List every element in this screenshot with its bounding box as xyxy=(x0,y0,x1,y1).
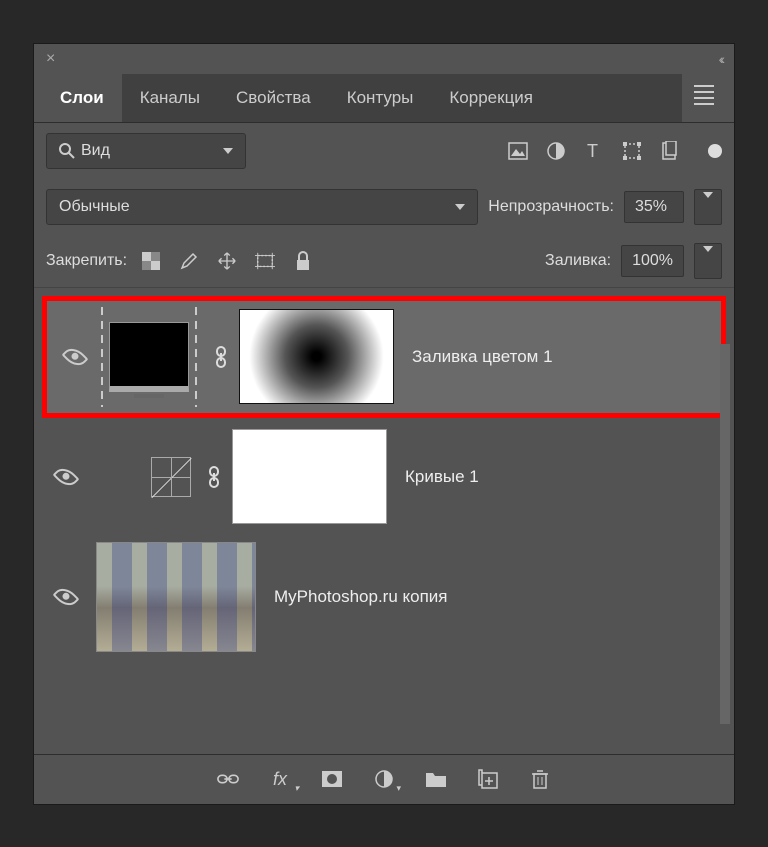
layers-bottom-toolbar: fx▾ ▾ xyxy=(34,754,734,804)
filter-text-icon[interactable]: T xyxy=(584,141,604,161)
layer-row-curves[interactable]: Кривые 1 xyxy=(38,422,730,532)
lock-artboard-icon[interactable] xyxy=(255,251,275,271)
collapse-icon[interactable]: ‹‹ xyxy=(719,51,722,67)
tab-properties[interactable]: Свойства xyxy=(218,74,329,122)
lock-transparency-icon[interactable] xyxy=(141,251,161,271)
indent-separator xyxy=(195,307,197,407)
layer-name-label[interactable]: Заливка цветом 1 xyxy=(412,347,553,367)
filter-toggle[interactable] xyxy=(708,144,722,158)
svg-text:T: T xyxy=(587,142,598,160)
layer-name-label[interactable]: Кривые 1 xyxy=(405,467,479,487)
tab-layers[interactable]: Слои xyxy=(42,74,122,122)
opacity-input[interactable]: 35% xyxy=(624,191,684,223)
lock-label: Закрепить: xyxy=(46,252,127,270)
layer-row-fill[interactable]: Заливка цветом 1 xyxy=(42,296,726,418)
lock-move-icon[interactable] xyxy=(217,251,237,271)
opacity-dropdown-button[interactable] xyxy=(694,189,722,225)
add-mask-icon[interactable] xyxy=(321,768,343,790)
new-adjustment-icon[interactable]: ▾ xyxy=(373,768,395,790)
blend-mode-dropdown[interactable]: Обычные xyxy=(46,189,478,225)
mask-link-icon[interactable] xyxy=(213,345,229,369)
filter-image-icon[interactable] xyxy=(508,141,528,161)
lock-all-icon[interactable] xyxy=(293,251,313,271)
mask-link-icon[interactable] xyxy=(206,465,222,489)
panel-menu-icon[interactable] xyxy=(682,81,726,114)
link-layers-icon[interactable] xyxy=(217,768,239,790)
filter-shape-icon[interactable] xyxy=(622,141,642,161)
tab-paths[interactable]: Контуры xyxy=(329,74,432,122)
filter-smart-icon[interactable] xyxy=(660,141,680,161)
visibility-icon[interactable] xyxy=(53,583,80,610)
blend-mode-value: Обычные xyxy=(59,198,130,216)
tab-channels[interactable]: Каналы xyxy=(122,74,218,122)
chevron-down-icon xyxy=(455,204,465,210)
lock-brush-icon[interactable] xyxy=(179,251,199,271)
filter-kind-label: Вид xyxy=(81,142,110,160)
mask-thumbnail[interactable] xyxy=(232,429,387,524)
visibility-icon[interactable] xyxy=(62,343,89,370)
fill-input[interactable]: 100% xyxy=(621,245,684,277)
visibility-icon[interactable] xyxy=(53,463,80,490)
layer-name-label[interactable]: MyPhotoshop.ru копия xyxy=(274,587,448,607)
fill-label: Заливка: xyxy=(545,252,611,270)
fill-dropdown-button[interactable] xyxy=(694,243,722,279)
opacity-label: Непрозрачность: xyxy=(488,198,614,216)
filter-adjust-icon[interactable] xyxy=(546,141,566,161)
close-icon[interactable]: × xyxy=(46,50,55,68)
scrollbar[interactable] xyxy=(720,344,730,724)
new-layer-icon[interactable] xyxy=(477,768,499,790)
filter-row: Вид T xyxy=(34,123,734,179)
scrollbar-thumb[interactable] xyxy=(720,344,730,724)
panel-titlebar: × ‹‹ xyxy=(34,44,734,74)
fx-icon[interactable]: fx▾ xyxy=(269,768,291,790)
tab-adjustments[interactable]: Коррекция xyxy=(431,74,551,122)
lock-row: Закрепить: Заливка: 100% xyxy=(34,235,734,288)
layer-thumbnail[interactable] xyxy=(109,322,189,392)
search-icon xyxy=(59,143,75,159)
layer-thumbnail[interactable] xyxy=(146,452,196,502)
new-group-icon[interactable] xyxy=(425,768,447,790)
chevron-down-icon xyxy=(223,148,233,154)
layer-row-image[interactable]: MyPhotoshop.ru копия xyxy=(38,532,730,662)
tab-bar: Слои Каналы Свойства Контуры Коррекция xyxy=(34,74,734,123)
layers-list: Заливка цветом 1 Кривые 1 MyPhotoshop.ru… xyxy=(34,288,734,666)
layer-thumbnail[interactable] xyxy=(96,542,256,652)
layers-panel: × ‹‹ Слои Каналы Свойства Контуры Коррек… xyxy=(34,44,734,804)
blend-row: Обычные Непрозрачность: 35% xyxy=(34,179,734,235)
indent-separator xyxy=(101,307,103,407)
trash-icon[interactable] xyxy=(529,768,551,790)
mask-thumbnail[interactable] xyxy=(239,309,394,404)
layer-filter-dropdown[interactable]: Вид xyxy=(46,133,246,169)
